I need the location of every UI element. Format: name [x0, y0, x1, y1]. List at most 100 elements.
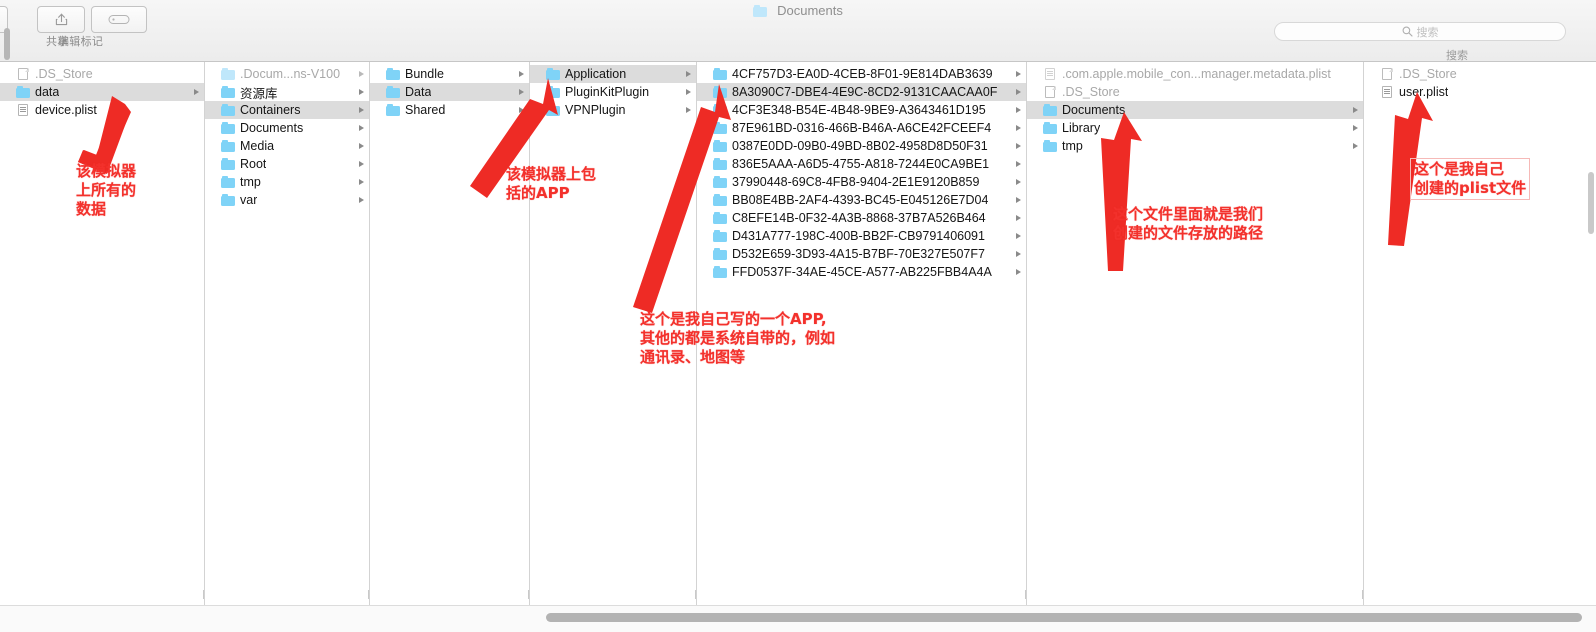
annotation-my-plist-file: 这个是我自己 创建的plist文件 — [1410, 158, 1531, 200]
list-item[interactable]: 836E5AAA-A6D5-4755-A818-7244E0CA9BE1 — [697, 155, 1026, 173]
list-item-label: 87E961BD-0316-466B-B46A-A6CE42FCEEF4 — [732, 121, 992, 135]
list-item-label: tmp — [240, 175, 261, 189]
list-item[interactable]: Application — [530, 65, 696, 83]
list-item[interactable]: Bundle — [370, 65, 529, 83]
document-icon — [1380, 68, 1394, 81]
list-item[interactable]: BB08E4BB-2AF4-4393-BC45-E045126E7D04 — [697, 191, 1026, 209]
chevron-right-icon[interactable] — [1353, 143, 1358, 149]
folder-icon — [546, 104, 560, 117]
chevron-right-icon[interactable] — [1353, 125, 1358, 131]
list-item[interactable]: tmp — [1027, 137, 1363, 155]
list-item-label: BB08E4BB-2AF4-4393-BC45-E045126E7D04 — [732, 193, 989, 207]
chevron-right-icon[interactable] — [1016, 143, 1021, 149]
list-item[interactable]: 37990448-69C8-4FB8-9404-2E1E9120B859 — [697, 173, 1026, 191]
folder-icon — [386, 104, 400, 117]
list-item[interactable]: 4CF3E348-B54E-4B48-9BE9-A3643461D195 — [697, 101, 1026, 119]
folder-icon — [16, 86, 30, 99]
chevron-right-icon[interactable] — [194, 89, 199, 95]
chevron-right-icon[interactable] — [686, 107, 691, 113]
chevron-right-icon[interactable] — [519, 89, 524, 95]
list-item[interactable]: C8EFE14B-0F32-4A3B-8868-37B7A526B464 — [697, 209, 1026, 227]
plist-icon — [16, 104, 30, 117]
chevron-right-icon[interactable] — [519, 107, 524, 113]
chevron-right-icon[interactable] — [1016, 107, 1021, 113]
list-item[interactable]: D431A777-198C-400B-BB2F-CB9791406091 — [697, 227, 1026, 245]
list-item-label: D532E659-3D93-4A15-B7BF-70E327E507F7 — [732, 247, 985, 261]
chevron-right-icon[interactable] — [1016, 251, 1021, 257]
list-item[interactable]: 8A3090C7-DBE4-4E9C-8CD2-9131CAACAA0F — [697, 83, 1026, 101]
list-item[interactable]: user.plist — [1364, 83, 1590, 101]
chevron-right-icon[interactable] — [359, 89, 364, 95]
list-item[interactable]: Data — [370, 83, 529, 101]
chevron-right-icon[interactable] — [359, 161, 364, 167]
chevron-right-icon[interactable] — [1016, 161, 1021, 167]
list-item-label: Bundle — [405, 67, 444, 81]
chevron-right-icon[interactable] — [359, 107, 364, 113]
folder-icon — [753, 4, 768, 17]
list-item[interactable]: Library — [1027, 119, 1363, 137]
list-item[interactable]: PluginKitPlugin — [530, 83, 696, 101]
list-item[interactable]: FFD0537F-34AE-45CE-A577-AB225FBB4A4A — [697, 263, 1026, 281]
list-item[interactable]: .DS_Store — [1027, 83, 1363, 101]
chevron-right-icon[interactable] — [359, 71, 364, 77]
folder-icon — [221, 194, 235, 207]
list-item[interactable]: device.plist — [0, 101, 204, 119]
chevron-right-icon[interactable] — [359, 179, 364, 185]
chevron-right-icon[interactable] — [1016, 89, 1021, 95]
edit-tags-button-label: 编辑标记 — [58, 36, 104, 48]
chevron-right-icon[interactable] — [519, 71, 524, 77]
horizontal-scrollbar-track[interactable] — [0, 605, 1596, 632]
chevron-right-icon[interactable] — [1016, 179, 1021, 185]
chevron-right-icon[interactable] — [1016, 233, 1021, 239]
chevron-right-icon[interactable] — [1016, 215, 1021, 221]
folder-icon — [713, 104, 727, 117]
list-item[interactable]: data — [0, 83, 204, 101]
list-item-label: 8A3090C7-DBE4-4E9C-8CD2-9131CAACAA0F — [732, 85, 998, 99]
chevron-right-icon[interactable] — [1016, 197, 1021, 203]
list-item[interactable]: 资源库 — [205, 83, 369, 101]
chevron-right-icon[interactable] — [1353, 107, 1358, 113]
folder-icon — [1043, 140, 1057, 153]
list-item[interactable]: Shared — [370, 101, 529, 119]
chevron-right-icon[interactable] — [1016, 71, 1021, 77]
chevron-right-icon[interactable] — [686, 89, 691, 95]
list-item[interactable]: 0387E0DD-09B0-49BD-8B02-4958D8D50F31 — [697, 137, 1026, 155]
list-item[interactable]: 87E961BD-0316-466B-B46A-A6CE42FCEEF4 — [697, 119, 1026, 137]
chevron-right-icon[interactable] — [686, 71, 691, 77]
list-item[interactable]: Root — [205, 155, 369, 173]
list-item[interactable]: .DS_Store — [1364, 65, 1590, 83]
list-item[interactable]: Media — [205, 137, 369, 155]
folder-icon — [1043, 104, 1057, 117]
chevron-right-icon[interactable] — [359, 197, 364, 203]
list-item[interactable]: .DS_Store — [0, 65, 204, 83]
list-item[interactable]: D532E659-3D93-4A15-B7BF-70E327E507F7 — [697, 245, 1026, 263]
folder-icon — [221, 86, 235, 99]
folder-icon — [386, 86, 400, 99]
list-item[interactable]: VPNPlugin — [530, 101, 696, 119]
horizontal-scrollbar-thumb[interactable] — [546, 613, 1582, 622]
search-field[interactable]: 搜索 — [1274, 22, 1566, 41]
window-toolbar: 共享 编辑标记 Documents 搜索 搜索 — [0, 0, 1596, 62]
folder-icon — [713, 248, 727, 261]
list-item[interactable]: Documents — [1027, 101, 1363, 119]
list-item-label: C8EFE14B-0F32-4A3B-8868-37B7A526B464 — [732, 211, 986, 225]
column-1-scrollbar[interactable] — [4, 28, 10, 60]
list-item[interactable]: var — [205, 191, 369, 209]
annotation-my-own-app: 这个是我自己写的一个APP, 其他的都是系统自带的，例如 通讯录、地图等 — [640, 310, 836, 366]
chevron-right-icon[interactable] — [1016, 269, 1021, 275]
list-item-label: user.plist — [1399, 85, 1449, 99]
chevron-right-icon[interactable] — [359, 125, 364, 131]
chevron-right-icon[interactable] — [1016, 125, 1021, 131]
chevron-right-icon[interactable] — [359, 143, 364, 149]
list-item-label: Library — [1062, 121, 1101, 135]
list-item[interactable]: Containers — [205, 101, 369, 119]
list-item-label: .DS_Store — [35, 67, 93, 81]
list-item[interactable]: Documents — [205, 119, 369, 137]
list-item[interactable]: .com.apple.mobile_con...manager.metadata… — [1027, 65, 1363, 83]
list-item[interactable]: .Docum...ns-V100 — [205, 65, 369, 83]
list-item-label: Data — [405, 85, 432, 99]
list-item[interactable]: 4CF757D3-EA0D-4CEB-8F01-9E814DAB3639 — [697, 65, 1026, 83]
column-7-scrollbar[interactable] — [1588, 172, 1594, 234]
list-item-label: Root — [240, 157, 267, 171]
list-item[interactable]: tmp — [205, 173, 369, 191]
